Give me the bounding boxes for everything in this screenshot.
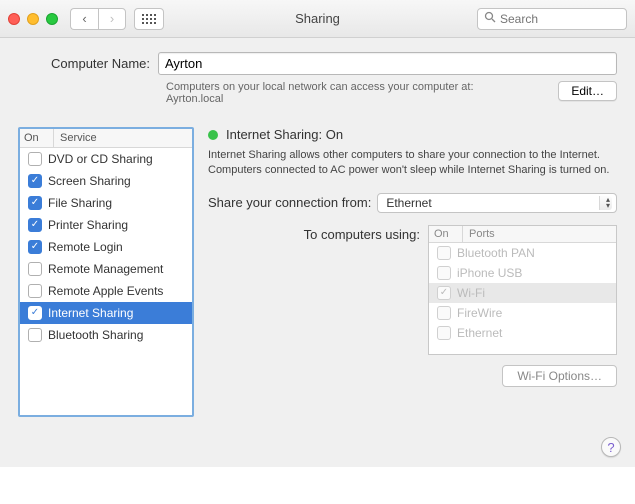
hostname-desc: Computers on your local network can acce… xyxy=(166,81,547,93)
service-row[interactable]: DVD or CD Sharing xyxy=(20,148,192,170)
service-label: Internet Sharing xyxy=(48,306,133,320)
service-label: File Sharing xyxy=(48,196,112,210)
col-service: Service xyxy=(54,129,192,147)
ports-body: Bluetooth PAN iPhone USB Wi-Fi FireWire Ethe… xyxy=(429,243,616,343)
service-checkbox[interactable] xyxy=(28,152,42,166)
share-from-value: Ethernet xyxy=(386,196,431,210)
ports-col-name: Ports xyxy=(463,226,616,242)
hostname-value: Ayrton.local xyxy=(166,93,547,105)
to-computers-label: To computers using: xyxy=(208,225,428,355)
port-row[interactable]: Bluetooth PAN xyxy=(429,243,616,263)
service-row[interactable]: Remote Login xyxy=(20,236,192,258)
chevron-right-icon: › xyxy=(110,11,114,26)
maximize-icon[interactable] xyxy=(46,13,58,25)
port-row[interactable]: Ethernet xyxy=(429,323,616,343)
share-from-label: Share your connection from: xyxy=(208,195,371,210)
port-label: FireWire xyxy=(457,306,502,320)
minimize-icon[interactable] xyxy=(27,13,39,25)
wifi-options-button[interactable]: Wi-Fi Options… xyxy=(502,365,617,387)
port-label: iPhone USB xyxy=(457,266,522,280)
service-description: Internet Sharing allows other computers … xyxy=(208,148,617,179)
port-checkbox[interactable] xyxy=(437,266,451,280)
window-controls xyxy=(8,13,58,25)
service-row[interactable]: File Sharing xyxy=(20,192,192,214)
ports-col-on: On xyxy=(429,226,463,242)
show-all-button[interactable] xyxy=(134,8,164,30)
search-icon xyxy=(484,11,496,26)
nav-buttons: ‹ › xyxy=(70,8,126,30)
service-checkbox[interactable] xyxy=(28,240,42,254)
service-label: DVD or CD Sharing xyxy=(48,152,153,166)
port-checkbox[interactable] xyxy=(437,286,451,300)
to-computers-row: To computers using: On Ports Bluetooth P… xyxy=(208,225,617,355)
service-row[interactable]: Screen Sharing xyxy=(20,170,192,192)
computer-name-row: Computer Name: xyxy=(18,52,617,75)
service-checkbox[interactable] xyxy=(28,306,42,320)
status-row: Internet Sharing: On xyxy=(208,127,617,142)
service-label: Printer Sharing xyxy=(48,218,128,232)
port-checkbox[interactable] xyxy=(437,306,451,320)
sharing-preferences-window: ‹ › Sharing Computer Name: Computers on … xyxy=(0,0,635,467)
service-row[interactable]: Remote Management xyxy=(20,258,192,280)
status-dot-icon xyxy=(208,130,218,140)
service-checkbox[interactable] xyxy=(28,284,42,298)
main-row: On Service DVD or CD Sharing Screen Shari… xyxy=(18,127,617,417)
services-body: DVD or CD Sharing Screen Sharing File Shar… xyxy=(20,148,192,415)
close-icon[interactable] xyxy=(8,13,20,25)
computer-name-subtext: Computers on your local network can acce… xyxy=(166,81,617,105)
forward-button[interactable]: › xyxy=(98,8,126,30)
port-label: Wi-Fi xyxy=(457,286,485,300)
port-label: Ethernet xyxy=(457,326,502,340)
footer: ? xyxy=(0,429,635,467)
service-checkbox[interactable] xyxy=(28,196,42,210)
wifi-options-row: Wi-Fi Options… xyxy=(208,365,617,387)
window-title: Sharing xyxy=(295,11,340,26)
chevron-updown-icon: ▴▾ xyxy=(606,197,610,209)
service-checkbox[interactable] xyxy=(28,218,42,232)
service-row[interactable]: Remote Apple Events xyxy=(20,280,192,302)
service-label: Remote Management xyxy=(48,262,163,276)
services-header: On Service xyxy=(20,129,192,148)
port-checkbox[interactable] xyxy=(437,326,451,340)
detail-pane: Internet Sharing: On Internet Sharing al… xyxy=(208,127,617,417)
services-list[interactable]: On Service DVD or CD Sharing Screen Shari… xyxy=(18,127,194,417)
edit-hostname-button[interactable]: Edit… xyxy=(558,81,617,101)
port-row[interactable]: FireWire xyxy=(429,303,616,323)
service-checkbox[interactable] xyxy=(28,328,42,342)
search-input[interactable] xyxy=(500,12,635,26)
service-row[interactable]: Internet Sharing xyxy=(20,302,192,324)
ports-list[interactable]: On Ports Bluetooth PAN iPhone USB Wi-Fi Fir… xyxy=(428,225,617,355)
port-row[interactable]: iPhone USB xyxy=(429,263,616,283)
back-button[interactable]: ‹ xyxy=(70,8,98,30)
grid-icon xyxy=(142,14,156,24)
service-checkbox[interactable] xyxy=(28,174,42,188)
chevron-left-icon: ‹ xyxy=(82,11,86,26)
service-label: Screen Sharing xyxy=(48,174,131,188)
service-row[interactable]: Bluetooth Sharing xyxy=(20,324,192,346)
service-label: Bluetooth Sharing xyxy=(48,328,143,342)
computer-name-input[interactable] xyxy=(158,52,617,75)
status-title: Internet Sharing: On xyxy=(226,127,343,142)
service-label: Remote Apple Events xyxy=(48,284,163,298)
service-checkbox[interactable] xyxy=(28,262,42,276)
ports-header: On Ports xyxy=(429,226,616,243)
port-checkbox[interactable] xyxy=(437,246,451,260)
titlebar: ‹ › Sharing xyxy=(0,0,635,38)
port-label: Bluetooth PAN xyxy=(457,246,535,260)
share-from-dropdown[interactable]: Ethernet ▴▾ xyxy=(377,193,617,213)
content: Computer Name: Computers on your local n… xyxy=(0,38,635,429)
port-row[interactable]: Wi-Fi xyxy=(429,283,616,303)
service-label: Remote Login xyxy=(48,240,123,254)
col-on: On xyxy=(20,129,54,147)
help-button[interactable]: ? xyxy=(601,437,621,457)
service-row[interactable]: Printer Sharing xyxy=(20,214,192,236)
search-field[interactable] xyxy=(477,8,627,30)
computer-name-label: Computer Name: xyxy=(18,56,158,71)
share-from-row: Share your connection from: Ethernet ▴▾ xyxy=(208,193,617,213)
